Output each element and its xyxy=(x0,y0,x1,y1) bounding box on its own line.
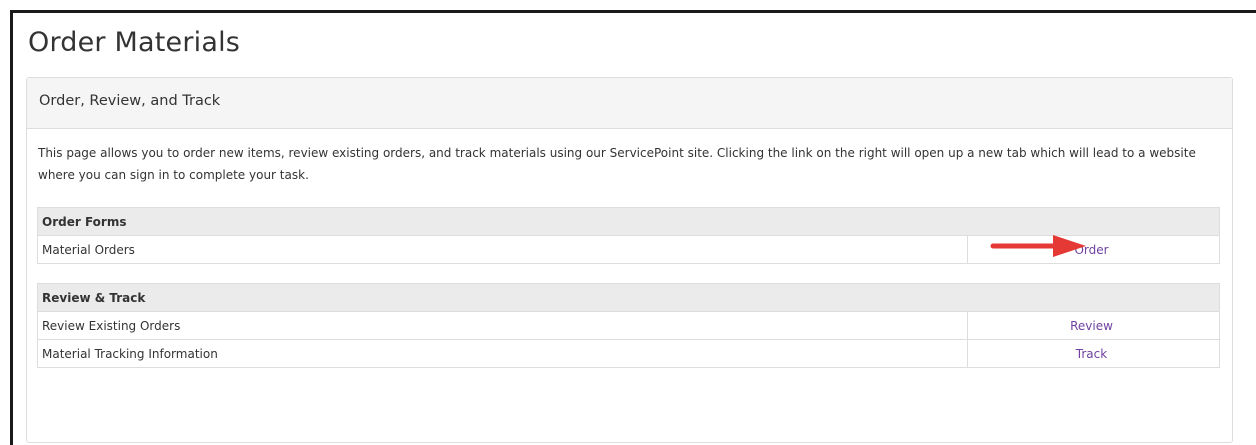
review-track-table: Review & Track Review Existing Orders Re… xyxy=(37,283,1220,368)
row-label-material-orders: Material Orders xyxy=(37,235,968,264)
panel-heading: Order, Review, and Track xyxy=(27,78,1232,129)
order-review-track-panel: Order, Review, and Track This page allow… xyxy=(26,77,1233,443)
row-label-review-existing-orders: Review Existing Orders xyxy=(37,311,968,340)
table-row: Material Tracking Information Track xyxy=(37,339,1220,368)
row-label-material-tracking: Material Tracking Information xyxy=(37,339,968,368)
track-link[interactable]: Track xyxy=(1076,347,1107,361)
panel-description: This page allows you to order new items,… xyxy=(38,146,1196,182)
row-action-cell: Review xyxy=(967,311,1220,340)
row-action-cell: Track xyxy=(967,339,1220,368)
table-row: Review Existing Orders Review xyxy=(37,311,1220,340)
page-title: Order Materials xyxy=(28,27,241,58)
review-track-header: Review & Track xyxy=(37,283,1220,312)
table-header-row: Review & Track xyxy=(37,283,1220,312)
arrow-right-icon xyxy=(990,235,1086,257)
table-header-row: Order Forms xyxy=(37,207,1220,236)
page-frame: Order Materials Order, Review, and Track… xyxy=(10,10,1256,445)
review-link[interactable]: Review xyxy=(1070,319,1113,333)
order-forms-header: Order Forms xyxy=(37,207,1220,236)
